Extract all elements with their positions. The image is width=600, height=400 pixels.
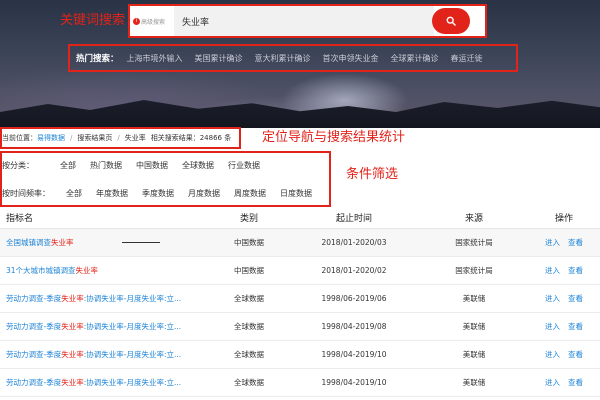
breadcrumb-prefix: 当前位置： bbox=[2, 134, 37, 142]
enter-link[interactable]: 进入 bbox=[545, 322, 560, 331]
table-row: 劳动力调查-季度失业率:协调失业率-月度失业率:立... 全球数据 1998/0… bbox=[0, 285, 600, 313]
filter-option[interactable]: 中国数据 bbox=[136, 160, 168, 171]
cell-type: 中国数据 bbox=[234, 266, 264, 275]
indicator-name-link[interactable]: 劳动力调查-季度失业率:协调失业率-月度失业率:立... bbox=[0, 377, 210, 388]
cell-ops: 进入 查看 bbox=[528, 237, 600, 248]
filter-row-category: 按分类： 全部 热门数据 中国数据 全球数据 行业数据 bbox=[2, 153, 329, 177]
cell-type: 中国数据 bbox=[234, 238, 264, 247]
banner-background bbox=[0, 100, 600, 128]
breadcrumb-separator: / bbox=[117, 134, 120, 142]
view-link[interactable]: 查看 bbox=[568, 350, 583, 359]
cell-source: 美联储 bbox=[462, 350, 486, 359]
search-input[interactable] bbox=[174, 6, 434, 36]
breadcrumb-home-link[interactable]: 易得数据 bbox=[37, 133, 65, 143]
view-link[interactable]: 查看 bbox=[568, 294, 583, 303]
table-row: 劳动力调查-季度失业率:协调失业率-月度失业率:立... 全球数据 1998/0… bbox=[0, 369, 600, 397]
cell-time: 1998/04-2019/08 bbox=[321, 322, 387, 331]
filter-option[interactable]: 全部 bbox=[66, 188, 82, 199]
enter-link[interactable]: 进入 bbox=[545, 378, 560, 387]
divider-line bbox=[122, 242, 160, 243]
indicator-name-link[interactable]: 31个大城市城镇调查失业率 bbox=[0, 265, 210, 276]
table-row: 31个大城市城镇调查失业率 中国数据 2018/01-2020/02 国家统计局… bbox=[0, 257, 600, 285]
cell-time: 1998/06-2019/06 bbox=[321, 294, 387, 303]
view-link[interactable]: 查看 bbox=[568, 238, 583, 247]
hot-search-item[interactable]: 春运迁徙 bbox=[451, 53, 483, 64]
search-button[interactable] bbox=[432, 8, 470, 34]
table-header: 指标名 类别 起止时间 来源 操作 bbox=[0, 207, 600, 229]
hot-search-item[interactable]: 全球累计确诊 bbox=[391, 53, 439, 64]
view-link[interactable]: 查看 bbox=[568, 322, 583, 331]
cell-time: 2018/01-2020/02 bbox=[321, 266, 387, 275]
hot-search-item[interactable]: 美国累计确诊 bbox=[195, 53, 243, 64]
breadcrumb-results-page: 搜索结果页 bbox=[77, 134, 113, 142]
enter-link[interactable]: 进入 bbox=[545, 238, 560, 247]
hot-search-item[interactable]: 首次申领失业金 bbox=[323, 53, 379, 64]
filter-category-label: 按分类： bbox=[2, 160, 34, 170]
cell-type: 全球数据 bbox=[234, 322, 264, 331]
breadcrumb-separator: / bbox=[70, 134, 73, 142]
filter-frequency-label: 按时间频率： bbox=[2, 188, 50, 198]
column-header-name: 指标名 bbox=[6, 214, 34, 224]
enter-link[interactable]: 进入 bbox=[545, 350, 560, 359]
column-header-time: 起止时间 bbox=[335, 214, 372, 224]
cell-ops: 进入 查看 bbox=[528, 349, 600, 360]
cell-source: 美联储 bbox=[462, 294, 486, 303]
column-header-source: 来源 bbox=[464, 214, 483, 224]
hot-search-item[interactable]: 上海市境外输入 bbox=[127, 53, 183, 64]
annotation-filters: 条件筛选 bbox=[346, 167, 399, 182]
indicator-name-link[interactable]: 劳动力调查-季度失业率:协调失业率-月度失业率:立... bbox=[0, 321, 210, 332]
cell-ops: 进入 查看 bbox=[528, 377, 600, 388]
filter-option[interactable]: 全球数据 bbox=[182, 160, 214, 171]
filter-option[interactable]: 年度数据 bbox=[96, 188, 128, 199]
table-row: 劳动力调查-季度失业率:协调失业率-月度失业率:立... 全球数据 1998/0… bbox=[0, 341, 600, 369]
enter-link[interactable]: 进入 bbox=[545, 294, 560, 303]
annotation-nav-stats: 定位导航与搜索结果统计 bbox=[262, 130, 406, 145]
enter-link[interactable]: 进入 bbox=[545, 266, 560, 275]
cell-source: 美联储 bbox=[462, 322, 486, 331]
hot-search-title: 热门搜索： bbox=[76, 54, 119, 64]
view-link[interactable]: 查看 bbox=[568, 266, 583, 275]
breadcrumb: 当前位置： 易得数据 / 搜索结果页 / 失业率 相关搜索结果：24866 条 bbox=[0, 127, 241, 149]
cell-ops: 进入 查看 bbox=[528, 321, 600, 332]
filter-option[interactable]: 日度数据 bbox=[280, 188, 312, 199]
cell-source: 国家统计局 bbox=[455, 238, 493, 247]
table-row: 全国城镇调查失业率 中国数据 2018/01-2020/03 国家统计局 进入查… bbox=[0, 229, 600, 257]
column-header-type: 类别 bbox=[239, 214, 258, 224]
cell-type: 全球数据 bbox=[234, 294, 264, 303]
cell-type: 全球数据 bbox=[234, 350, 264, 359]
filter-option[interactable]: 季度数据 bbox=[142, 188, 174, 199]
annotation-keyword-search: 关键词搜索 bbox=[60, 13, 126, 28]
filter-option[interactable]: 周度数据 bbox=[234, 188, 266, 199]
cell-ops: 进入 查看 bbox=[528, 265, 600, 276]
search-bar: i 高级搜索 bbox=[130, 6, 485, 36]
cell-source: 国家统计局 bbox=[455, 266, 493, 275]
table-row: 劳动力调查-季度失业率:协调失业率-月度失业率:立... 全球数据 1998/0… bbox=[0, 313, 600, 341]
column-header-ops: 操作 bbox=[554, 214, 573, 224]
hot-search-item[interactable]: 意大利累计确诊 bbox=[255, 53, 311, 64]
filter-option[interactable]: 热门数据 bbox=[90, 160, 122, 171]
cell-time: 1998/04-2019/10 bbox=[321, 350, 387, 359]
cell-source: 美联储 bbox=[462, 378, 486, 387]
advanced-search-link[interactable]: i 高级搜索 bbox=[130, 6, 174, 36]
filter-panel: 按分类： 全部 热门数据 中国数据 全球数据 行业数据 按时间频率： 全部 年度… bbox=[0, 151, 331, 207]
indicator-name-link[interactable]: 劳动力调查-季度失业率:协调失业率-月度失业率:立... bbox=[0, 349, 210, 360]
advanced-search-label: 高级搜索 bbox=[141, 18, 166, 26]
filter-option[interactable]: 全部 bbox=[60, 160, 76, 171]
filter-option[interactable]: 行业数据 bbox=[228, 160, 260, 171]
view-link[interactable]: 查看 bbox=[568, 378, 583, 387]
cell-time: 2018/01-2020/03 bbox=[321, 238, 387, 247]
cell-time: 1998/04-2019/10 bbox=[321, 378, 387, 387]
results-table: 指标名 类别 起止时间 来源 操作 全国城镇调查失业率 中国数据 2018/01… bbox=[0, 207, 600, 397]
filter-option[interactable]: 月度数据 bbox=[188, 188, 220, 199]
indicator-name-link[interactable]: 劳动力调查-季度失业率:协调失业率-月度失业率:立... bbox=[0, 293, 210, 304]
cell-type: 全球数据 bbox=[234, 378, 264, 387]
filter-row-frequency: 按时间频率： 全部 年度数据 季度数据 月度数据 周度数据 日度数据 bbox=[2, 181, 329, 205]
info-icon: i bbox=[133, 17, 140, 25]
hot-search-bar: 热门搜索： 上海市境外输入 美国累计确诊 意大利累计确诊 首次申领失业金 全球累… bbox=[68, 44, 518, 72]
search-icon bbox=[446, 16, 456, 26]
search-result-count: 相关搜索结果：24866 条 bbox=[150, 134, 232, 142]
indicator-name-link[interactable]: 全国城镇调查失业率 bbox=[0, 237, 210, 248]
breadcrumb-keyword: 失业率 bbox=[124, 134, 146, 142]
cell-ops: 进入 查看 bbox=[528, 293, 600, 304]
